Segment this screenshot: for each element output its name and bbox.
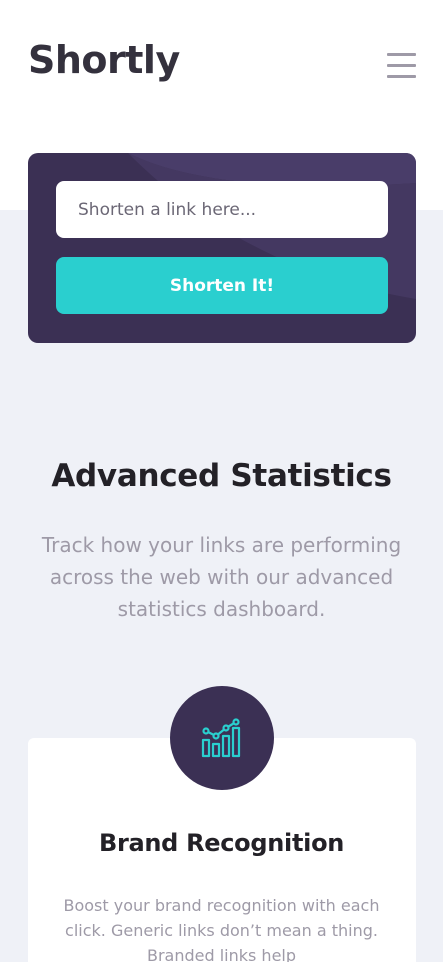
menu-line [387,75,416,78]
shorten-it-button[interactable]: Shorten It! [56,257,388,314]
feature-icon-circle [170,686,274,790]
hamburger-menu-icon[interactable] [387,52,417,78]
advanced-statistics-title: Advanced Statistics [51,458,392,494]
link-input[interactable] [56,181,388,238]
shorten-link-form: Shorten It! [28,153,416,343]
brand-recognition-description: Boost your brand recognition with each c… [63,896,380,962]
brand-recognition-chart-icon [201,718,241,758]
menu-line [387,64,416,67]
brand-recognition-title: Brand Recognition [98,829,345,857]
page: Shortly Shorten It! Advanced Statistics … [0,0,443,962]
advanced-statistics-description: Track how your links are performing acro… [41,533,402,621]
shortly-logo[interactable]: Shortly [28,38,180,82]
menu-line [387,53,416,56]
